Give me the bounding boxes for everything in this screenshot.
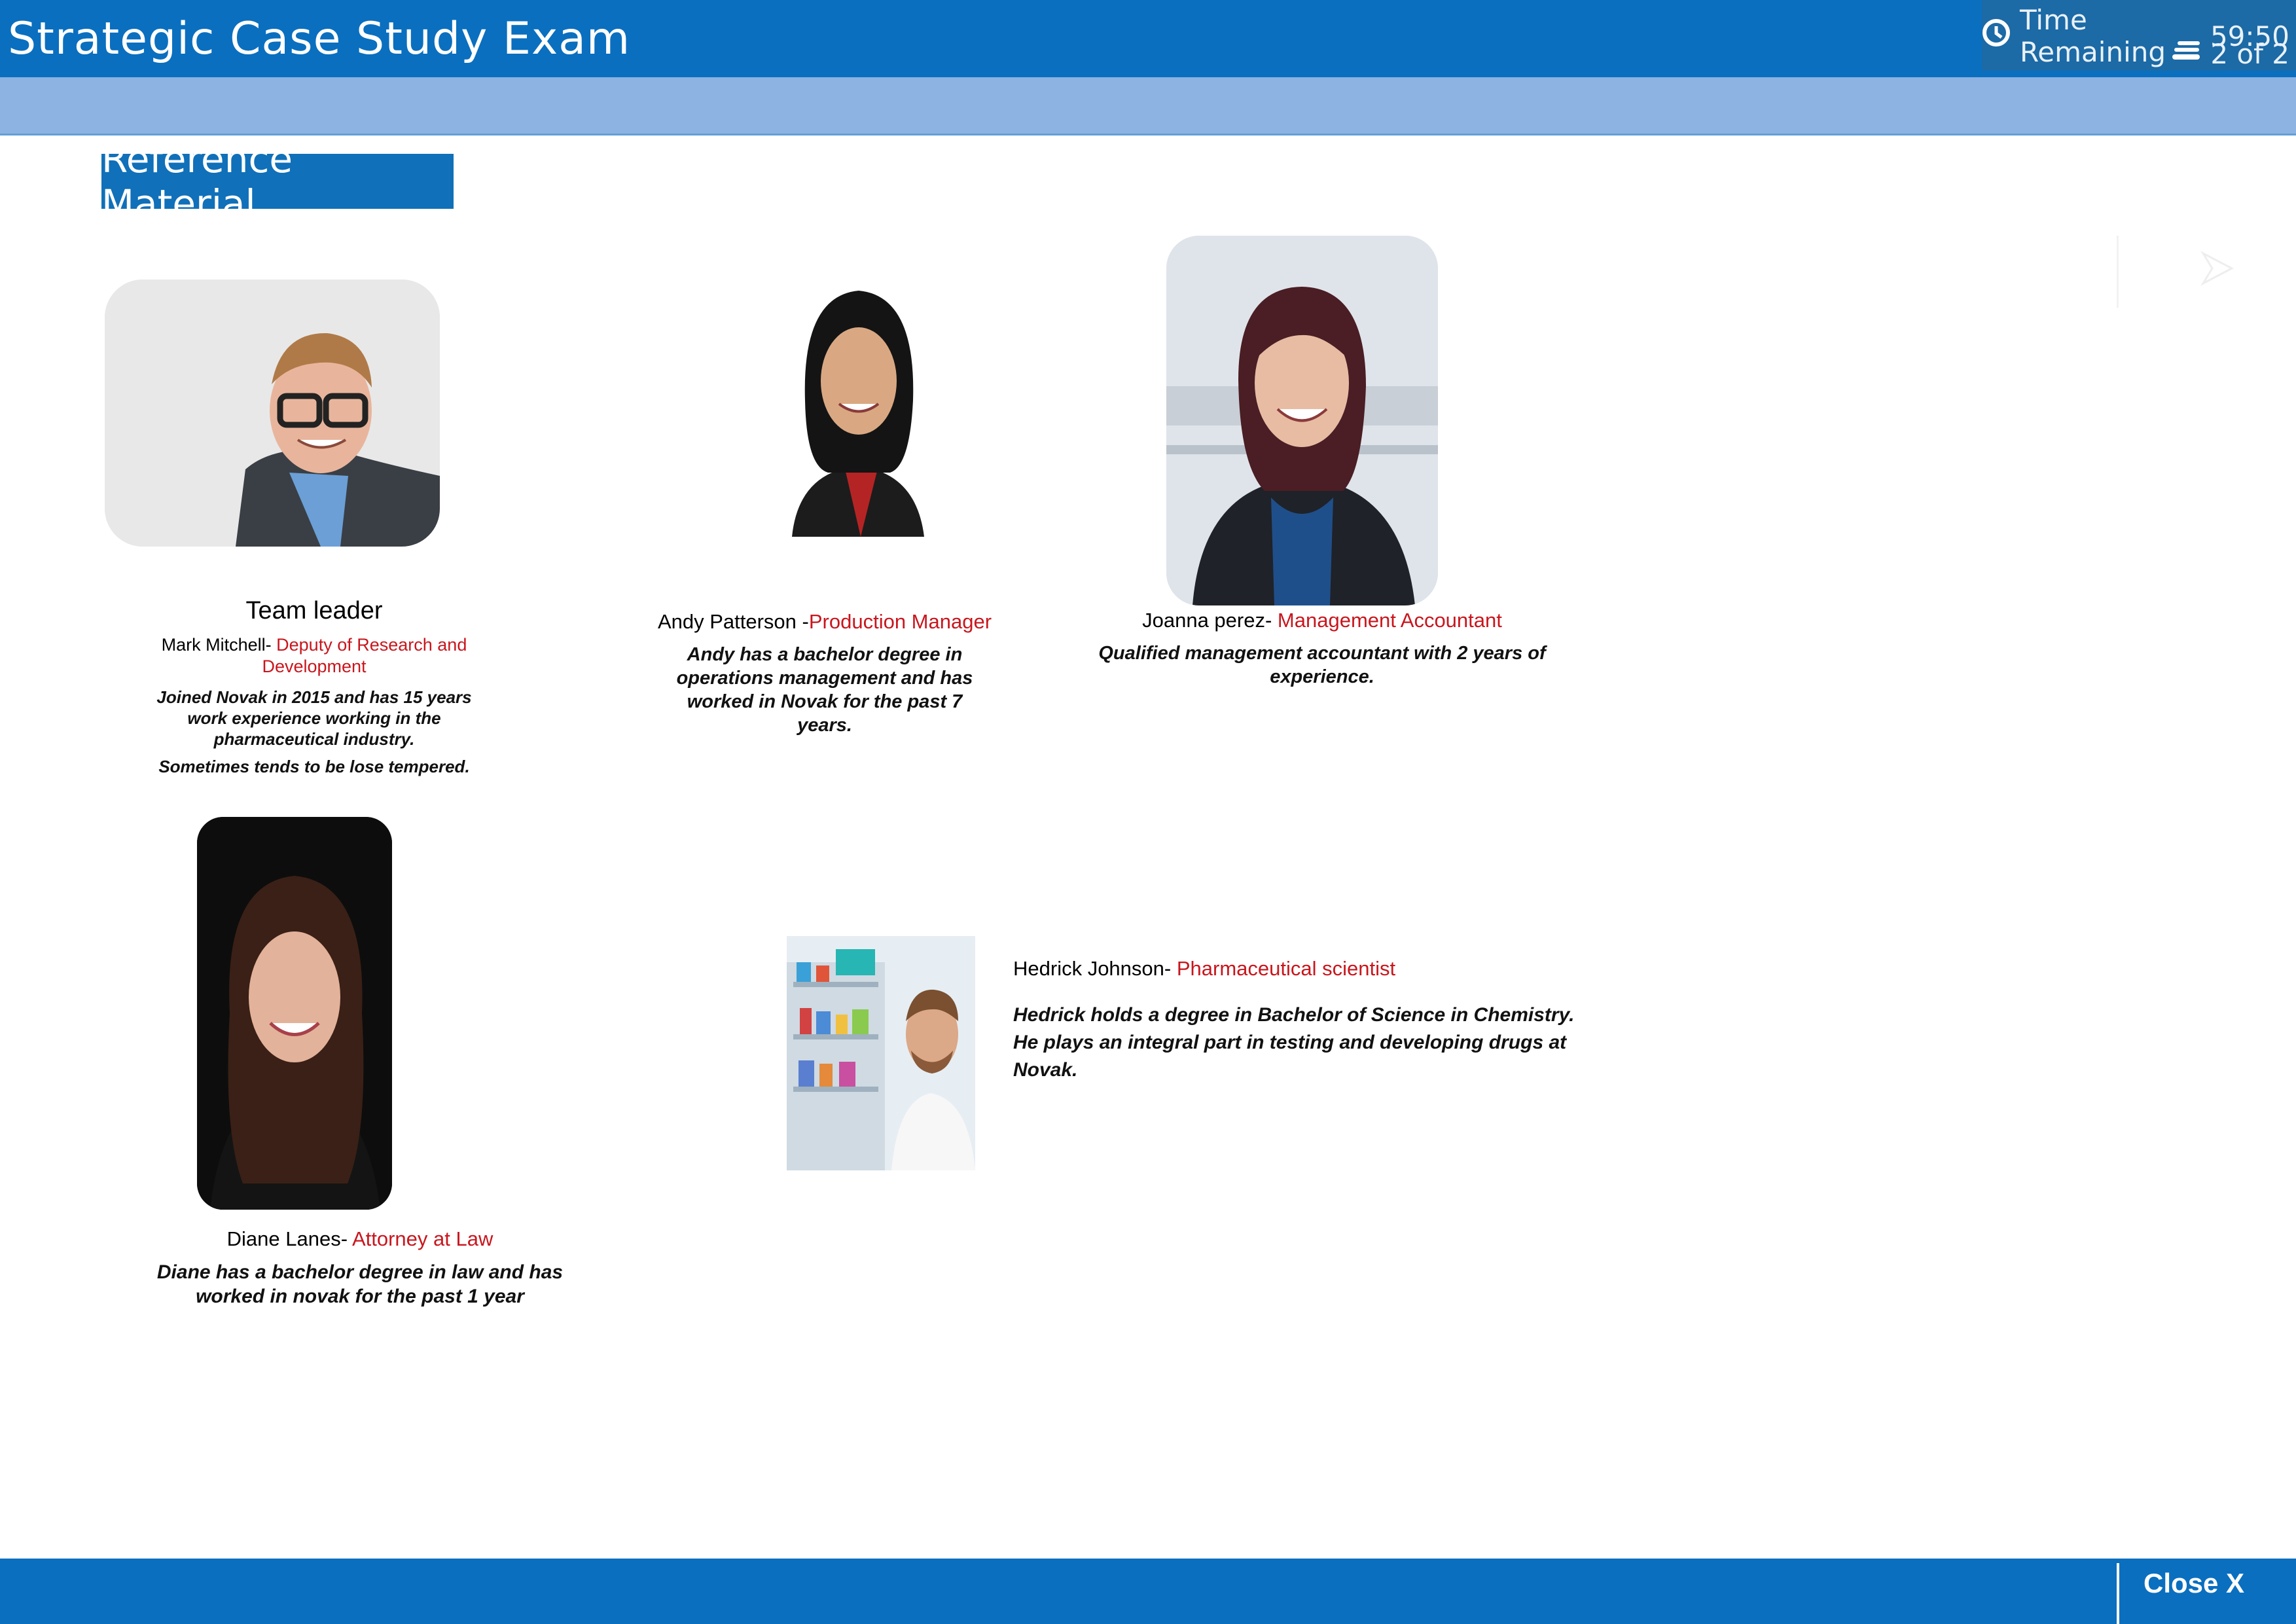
andy-patterson-photo <box>694 270 963 537</box>
person-card-andy-patterson: Andy Patterson -Production Manager Andy … <box>648 610 1001 737</box>
person-name: Andy Patterson - <box>657 610 809 633</box>
person-name: Hedrick Johnson- <box>1013 957 1177 980</box>
hedrick-johnson-photo <box>787 936 975 1170</box>
clock-icon <box>1982 18 2011 54</box>
close-button[interactable]: Close X <box>2144 1568 2244 1599</box>
person-role: Deputy of Research and Development <box>262 635 467 676</box>
exam-status-panel: Time Remaining 59:50 2 of 2 <box>1982 0 2296 71</box>
person-role: Pharmaceutical scientist <box>1176 957 1396 980</box>
next-arrow-icon[interactable] <box>2198 245 2237 291</box>
person-role: Production Manager <box>808 610 992 633</box>
footer-bar <box>0 1559 2296 1624</box>
person-name: Mark Mitchell- <box>161 635 277 655</box>
app-title: Strategic Case Study Exam <box>8 13 631 65</box>
person-role: Management Accountant <box>1277 609 1502 632</box>
person-name: Joanna perez- <box>1142 609 1278 632</box>
reference-material-tab[interactable]: Reference Material <box>101 137 454 226</box>
footer-divider <box>2117 1563 2119 1624</box>
person-name: Diane Lanes- <box>226 1227 352 1250</box>
person-description: Joined Novak in 2015 and has 15 years wo… <box>156 687 472 749</box>
person-note: Sometimes tends to be lose tempered. <box>158 757 470 776</box>
pages-icon <box>2171 38 2202 70</box>
toolbar-strip <box>0 77 2296 135</box>
mark-mitchell-photo <box>105 280 440 547</box>
person-description: Diane has a bachelor degree in law and h… <box>156 1261 564 1307</box>
person-name-line: Hedrick Johnson- Pharmaceutical scientis… <box>1013 957 1602 981</box>
person-card-hedrick-johnson: Hedrick Johnson- Pharmaceutical scientis… <box>1013 957 1602 1084</box>
page-indicator-text: 2 of 2 <box>2210 38 2289 70</box>
person-role: Attorney at Law <box>351 1227 493 1250</box>
person-description: Andy has a bachelor degree in operations… <box>676 644 973 736</box>
person-card-mark-mitchell: Team leader Mark Mitchell- Deputy of Res… <box>131 597 497 777</box>
header-bar: Strategic Case Study Exam Time Remaining… <box>0 0 2296 77</box>
diane-lanes-photo <box>197 817 392 1210</box>
person-card-diane-lanes: Diane Lanes- Attorney at Law Diane has a… <box>118 1227 602 1308</box>
person-description: Qualified management accountant with 2 y… <box>1098 643 1546 687</box>
person-description: Hedrick holds a degree in Bachelor of Sc… <box>1013 1004 1575 1081</box>
nav-divider <box>2117 236 2119 308</box>
person-card-joanna-perez: Joanna perez- Management Accountant Qual… <box>1073 609 1571 689</box>
joanna-perez-photo <box>1166 236 1438 605</box>
person-name-line: Mark Mitchell- Deputy of Research and De… <box>131 634 497 677</box>
person-name-line: Joanna perez- Management Accountant <box>1073 609 1571 632</box>
page-indicator: 2 of 2 <box>2171 38 2289 70</box>
person-name-line: Andy Patterson -Production Manager <box>648 610 1001 634</box>
person-name-line: Diane Lanes- Attorney at Law <box>118 1227 602 1251</box>
team-leader-heading: Team leader <box>245 597 383 624</box>
